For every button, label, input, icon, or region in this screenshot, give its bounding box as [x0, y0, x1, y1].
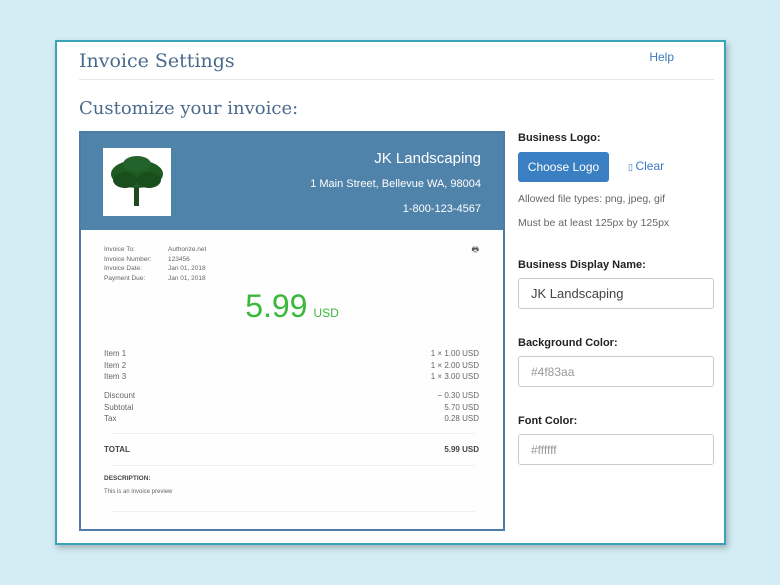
description-text: This is an invoice preview: [104, 489, 173, 495]
summary-row: Tax 0.28 USD: [104, 413, 479, 425]
meta-value: Jan 01, 2018: [168, 265, 206, 272]
clear-logo-button[interactable]: ▯ Clear: [628, 159, 664, 173]
business-address: 1 Main Street, Bellevue WA, 98004: [310, 178, 481, 190]
summary-name: Tax: [104, 414, 117, 423]
item-value: 1 × 3.00 USD: [430, 372, 479, 381]
summary-row: Subtotal 5.70 USD: [104, 402, 479, 414]
page-title: Invoice Settings: [79, 50, 235, 72]
total-row: TOTAL 5.99 USD: [104, 445, 479, 454]
divider: [113, 465, 475, 466]
item-name: Item 3: [104, 372, 127, 381]
business-phone: 1-800-123-4567: [402, 203, 481, 215]
meta-value: Authorize.net: [168, 246, 207, 253]
line-item: Item 3 1 × 3.00 USD: [104, 371, 479, 383]
meta-value: 123456: [168, 255, 190, 263]
logo-label: Business Logo:: [518, 132, 601, 144]
summary-value: 0.28 USD: [444, 414, 479, 423]
line-items: Item 1 1 × 1.00 USD Item 2 1 × 2.00 USD It…: [104, 348, 479, 383]
amount-value: 5.99: [245, 288, 308, 324]
file-type-hint: Allowed file types: png, jpeg, gif: [518, 193, 666, 205]
invoice-header: JK Landscaping 1 Main Street, Bellevue W…: [81, 133, 503, 230]
summary-value: − 0.30 USD: [437, 391, 479, 400]
item-name: Item 1: [104, 349, 127, 358]
summary-value: 5.70 USD: [444, 402, 479, 412]
business-logo: [103, 148, 171, 216]
amount-currency: USD: [313, 306, 339, 320]
divider: [113, 433, 475, 434]
clear-label: Clear: [635, 159, 665, 173]
invoice-meta: Invoice To: Authorize.net Invoice Number:…: [104, 245, 206, 283]
invoice-preview: JK Landscaping 1 Main Street, Bellevue W…: [79, 131, 505, 531]
business-name-input[interactable]: JK Landscaping: [518, 278, 714, 309]
meta-value: Jan 01, 2018: [168, 274, 206, 282]
item-value: 1 × 1.00 USD: [430, 349, 479, 358]
business-name: JK Landscaping: [374, 150, 481, 167]
meta-label: Invoice Date:: [104, 265, 142, 272]
line-item: Item 2 1 × 2.00 USD: [104, 360, 479, 372]
choose-logo-button[interactable]: Choose Logo: [518, 152, 609, 182]
name-label: Business Display Name:: [518, 259, 646, 271]
summary-name: Subtotal: [104, 402, 134, 412]
summary-row: Discount − 0.30 USD: [104, 390, 479, 402]
size-hint: Must be at least 125px by 125px: [518, 217, 670, 229]
meta-label: Payment Due:: [104, 274, 146, 282]
divider: [79, 79, 714, 80]
summary: Discount − 0.30 USD Subtotal 5.70 USD Tax 0…: [104, 390, 479, 425]
meta-label: Invoice To:: [104, 246, 135, 253]
help-link[interactable]: Help: [649, 50, 674, 64]
bg-color-label: Background Color:: [518, 337, 618, 349]
description-label: DESCRIPTION:: [104, 475, 151, 482]
line-item: Item 1 1 × 1.00 USD: [104, 348, 479, 360]
font-color-input[interactable]: #ffffff: [518, 434, 714, 465]
total-label: TOTAL: [104, 445, 130, 454]
total-value: 5.99 USD: [444, 445, 479, 454]
font-color-label: Font Color:: [518, 415, 578, 427]
meta-label: Invoice Number:: [104, 255, 152, 263]
divider: [113, 511, 475, 512]
tree-icon: [111, 156, 163, 206]
section-title: Customize your invoice:: [79, 98, 299, 119]
item-name: Item 2: [104, 360, 127, 370]
invoice-settings-window: Invoice Settings Help Customize your inv…: [55, 40, 726, 545]
bg-color-input[interactable]: #4f83aa: [518, 356, 714, 387]
summary-name: Discount: [104, 391, 136, 400]
item-value: 1 × 2.00 USD: [430, 360, 479, 370]
print-icon[interactable]: 🖶: [471, 244, 479, 258]
invoice-amount: 5.99 USD: [81, 288, 503, 325]
